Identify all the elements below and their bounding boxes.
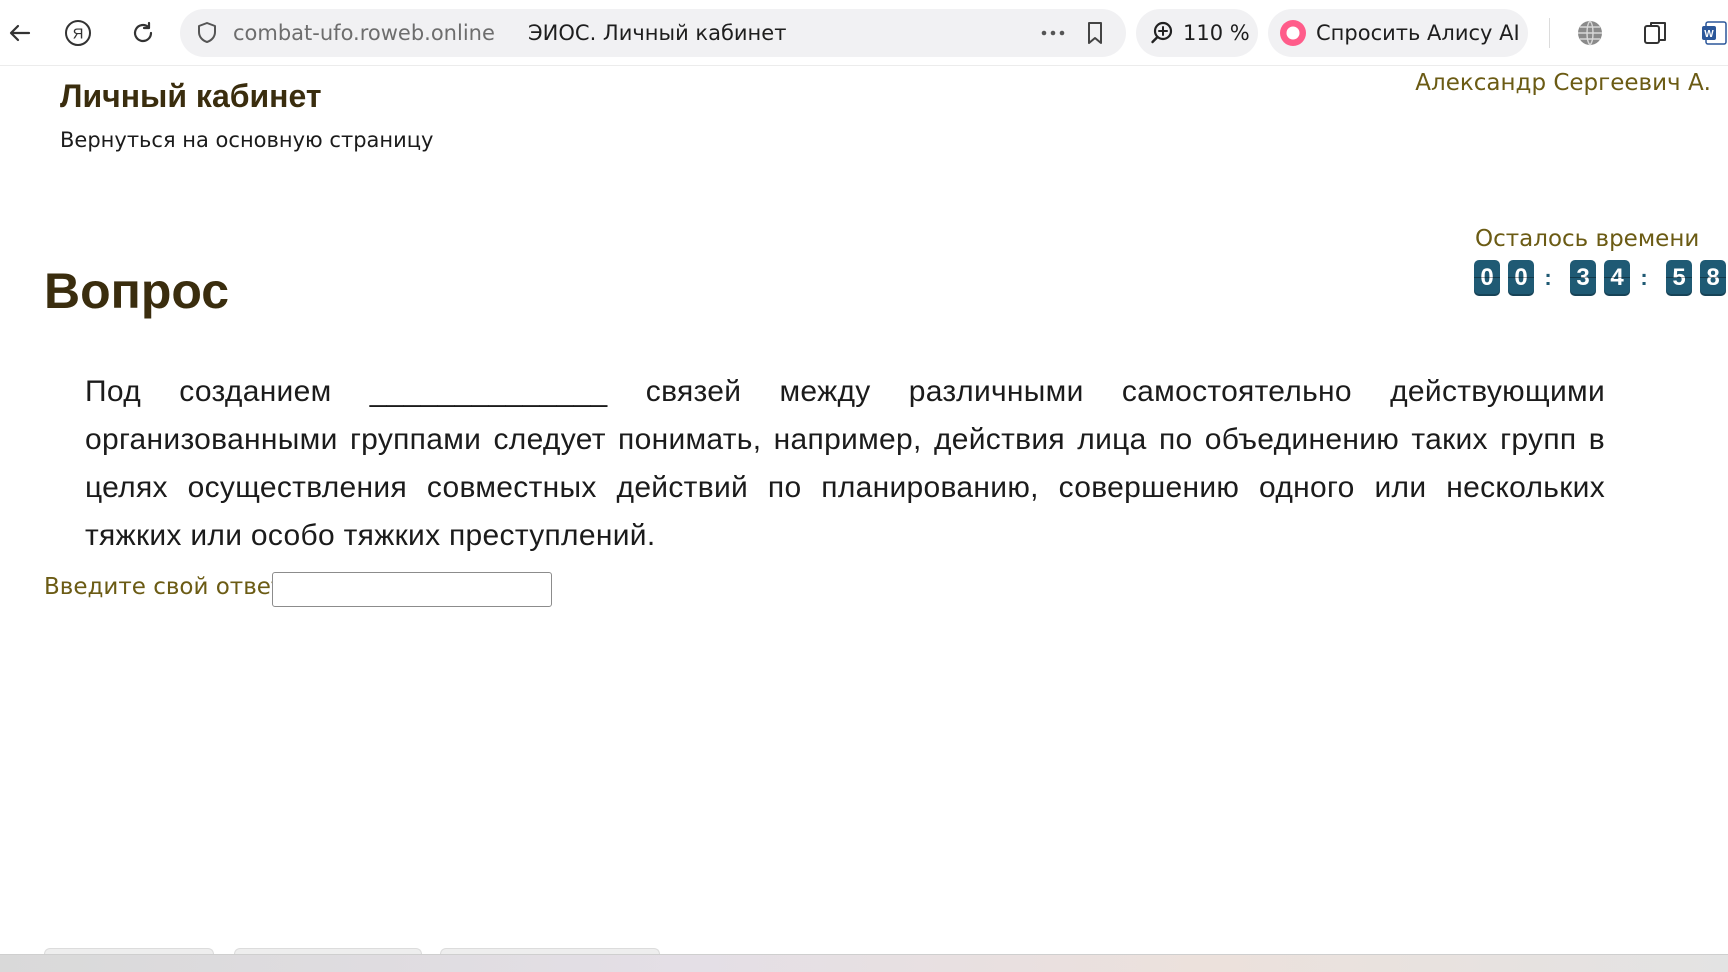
timer-digit: 4 <box>1604 260 1630 296</box>
timer-label: Осталось времени <box>1475 226 1700 252</box>
zoom-level: 110 % <box>1183 21 1250 45</box>
svg-text:W: W <box>1704 29 1714 40</box>
taskbar-strip <box>0 954 1728 972</box>
zoom-button[interactable]: 110 % <box>1136 9 1258 57</box>
reload-icon[interactable] <box>123 13 163 53</box>
ask-alice-label: Спросить Алису AI <box>1316 21 1520 45</box>
word-extension-icon[interactable]: W <box>1700 13 1728 53</box>
more-dots-icon[interactable] <box>1038 20 1068 46</box>
user-name[interactable]: Александр Сергеевич А. <box>1415 70 1711 96</box>
address-bar[interactable]: combat-ufo.roweb.online ЭИОС. Личный каб… <box>180 9 1126 57</box>
timer-separator: : <box>1544 265 1552 290</box>
ask-alice-button[interactable]: Спросить Алису AI <box>1268 9 1528 57</box>
browser-toolbar: Я combat-ufo.roweb.online ЭИОС. Личный к… <box>0 0 1728 66</box>
globe-icon[interactable] <box>1570 13 1610 53</box>
svg-text:Я: Я <box>73 26 84 43</box>
shield-icon[interactable] <box>194 20 220 46</box>
timer-digit: 5 <box>1666 260 1692 296</box>
back-to-main-link[interactable]: Вернуться на основную страницу <box>60 128 434 152</box>
yandex-icon[interactable]: Я <box>58 13 98 53</box>
timer-digit: 8 <box>1700 260 1726 296</box>
bookmark-icon[interactable] <box>1082 20 1108 46</box>
question-text: Под созданием ______________ связей межд… <box>85 375 1605 552</box>
zoom-icon <box>1149 20 1175 46</box>
page-tab-title: ЭИОС. Личный кабинет <box>528 21 787 45</box>
collections-icon[interactable] <box>1636 13 1676 53</box>
alice-icon <box>1278 18 1308 48</box>
timer-digit: 3 <box>1570 260 1596 296</box>
question-heading: Вопрос <box>44 263 230 319</box>
answer-input[interactable] <box>272 572 552 607</box>
timer-separator: : <box>1640 265 1648 290</box>
back-arrow-icon[interactable] <box>0 13 40 53</box>
page-title: Личный кабинет <box>60 78 322 114</box>
url-host[interactable]: combat-ufo.roweb.online <box>233 21 495 45</box>
toolbar-divider <box>1549 18 1550 48</box>
timer-digit: 0 <box>1474 260 1500 296</box>
timer-digit: 0 <box>1508 260 1534 296</box>
answer-label: Введите свой ответ <box>44 574 285 600</box>
